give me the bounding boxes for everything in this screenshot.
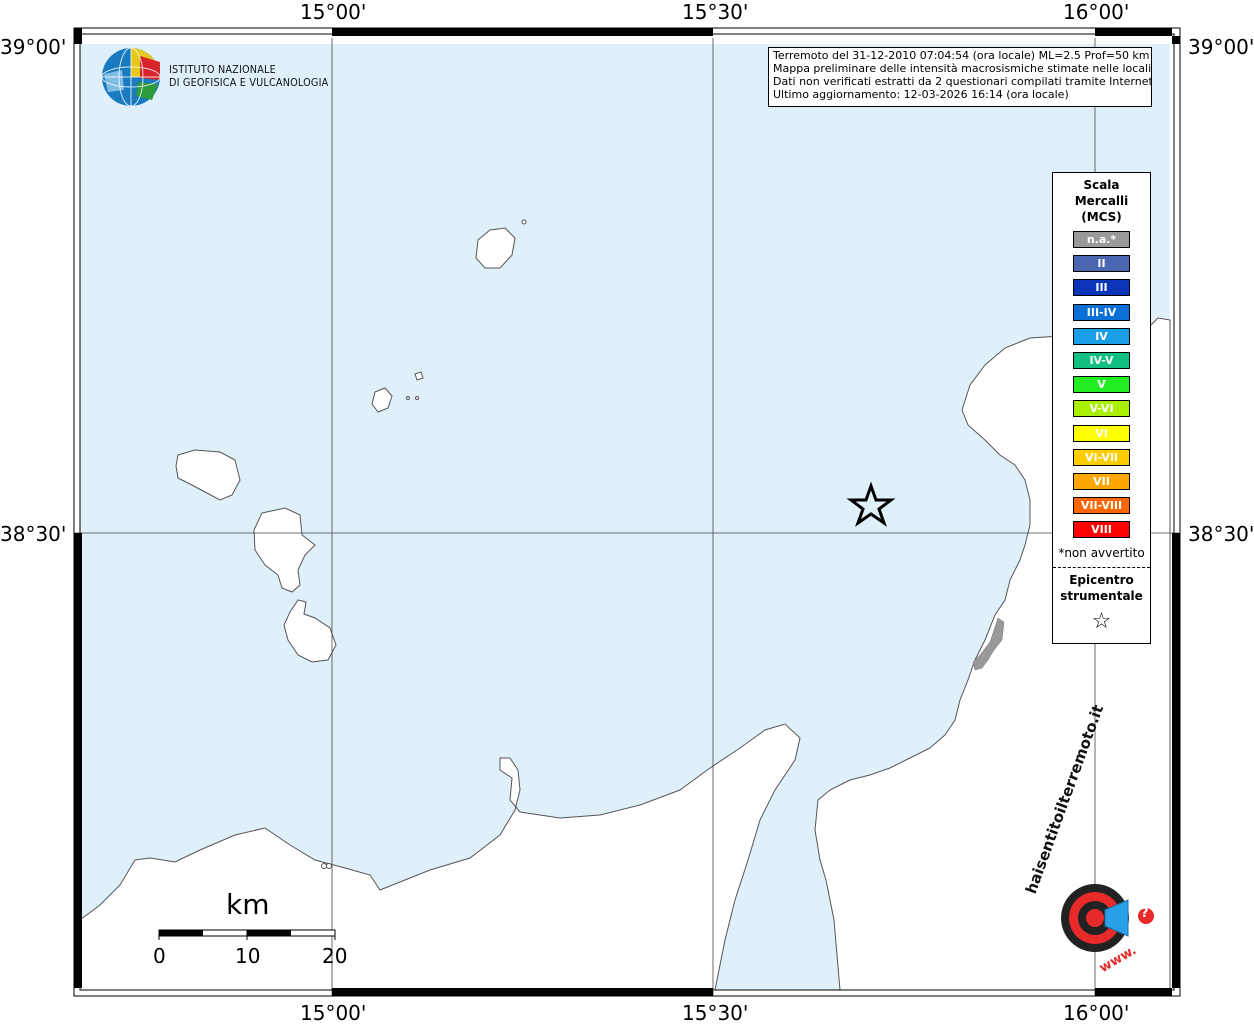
lat-label-left-39-00: 39°00' bbox=[0, 35, 67, 59]
legend-title-3: (MCS) bbox=[1081, 210, 1122, 224]
islet-a bbox=[406, 396, 410, 400]
lon-label-bottom-16-00: 16°00' bbox=[1063, 1001, 1130, 1025]
ingv-line2: DI GEOFISICA E VULCANOLOGIA bbox=[169, 76, 329, 89]
lon-label-top-15-00: 15°00' bbox=[300, 0, 367, 24]
legend-epi-2: strumentale bbox=[1060, 589, 1143, 603]
legend-item: VII-VIII bbox=[1073, 497, 1130, 515]
islet-c bbox=[321, 863, 327, 869]
scale-label-20: 20 bbox=[322, 944, 348, 968]
legend-item: III bbox=[1073, 279, 1130, 297]
legend-item: n.a.* bbox=[1073, 231, 1130, 248]
ingv-globe-icon bbox=[101, 47, 161, 107]
lat-label-right-39-00: 39°00' bbox=[1188, 35, 1254, 59]
lon-label-top-15-30: 15°30' bbox=[682, 0, 749, 24]
legend-item: VII bbox=[1073, 473, 1130, 490]
legend-title-2: Mercalli bbox=[1074, 194, 1129, 208]
scale-label-10: 10 bbox=[235, 944, 261, 968]
lon-label-bottom-15-30: 15°30' bbox=[682, 1001, 749, 1025]
legend-note: *non avvertito bbox=[1058, 546, 1145, 560]
info-line2: Mappa preliminare delle intensità macros… bbox=[773, 62, 1152, 75]
legend-item: V-VI bbox=[1073, 400, 1130, 418]
islet-d bbox=[326, 863, 332, 869]
legend-item: IV bbox=[1073, 327, 1130, 345]
legend-divider bbox=[1053, 567, 1150, 568]
mcs-legend: Scala Mercalli (MCS) n.a.* II III III-IV IV I… bbox=[1052, 172, 1151, 644]
legend-title-1: Scala bbox=[1083, 178, 1120, 192]
lat-label-right-38-30: 38°30' bbox=[1188, 522, 1254, 546]
info-line1: Terremoto del 31-12-2010 07:04:54 (ora l… bbox=[773, 49, 1150, 62]
legend-item: V bbox=[1073, 376, 1130, 394]
islet-strombolicchio bbox=[521, 219, 527, 225]
ingv-logo-text: ISTITUTO NAZIONALE DI GEOFISICA E VULCAN… bbox=[169, 63, 328, 89]
scale-label-0: 0 bbox=[153, 944, 166, 968]
legend-star-icon: ☆ bbox=[1091, 609, 1112, 634]
islet-basiluzzo bbox=[414, 371, 424, 381]
info-line4: Ultimo aggiornamento: 12-03-2026 16:14 (… bbox=[773, 88, 1069, 101]
legend-item: II bbox=[1073, 255, 1130, 273]
islet-b bbox=[415, 396, 419, 400]
legend-item: VIII bbox=[1073, 521, 1130, 539]
lon-label-bottom-15-00: 15°00' bbox=[300, 1001, 367, 1025]
lat-label-left-38-30: 38°30' bbox=[0, 522, 67, 546]
legend-item: VI bbox=[1073, 424, 1130, 442]
event-info-box: Terremoto del 31-12-2010 07:04:54 (ora l… bbox=[768, 47, 1152, 107]
legend-item: IV-V bbox=[1073, 352, 1130, 369]
ingv-line1: ISTITUTO NAZIONALE bbox=[169, 63, 276, 76]
legend-item: III-IV bbox=[1073, 303, 1130, 321]
legend-item: VI-VII bbox=[1073, 448, 1130, 466]
legend-epi-1: Epicentro bbox=[1069, 573, 1134, 587]
info-line3: Dati non verificati estratti da 2 questi… bbox=[773, 75, 1152, 88]
lon-label-top-16-00: 16°00' bbox=[1063, 0, 1130, 24]
scale-unit: km bbox=[226, 888, 270, 921]
haisentito-q: ? bbox=[1141, 906, 1149, 921]
